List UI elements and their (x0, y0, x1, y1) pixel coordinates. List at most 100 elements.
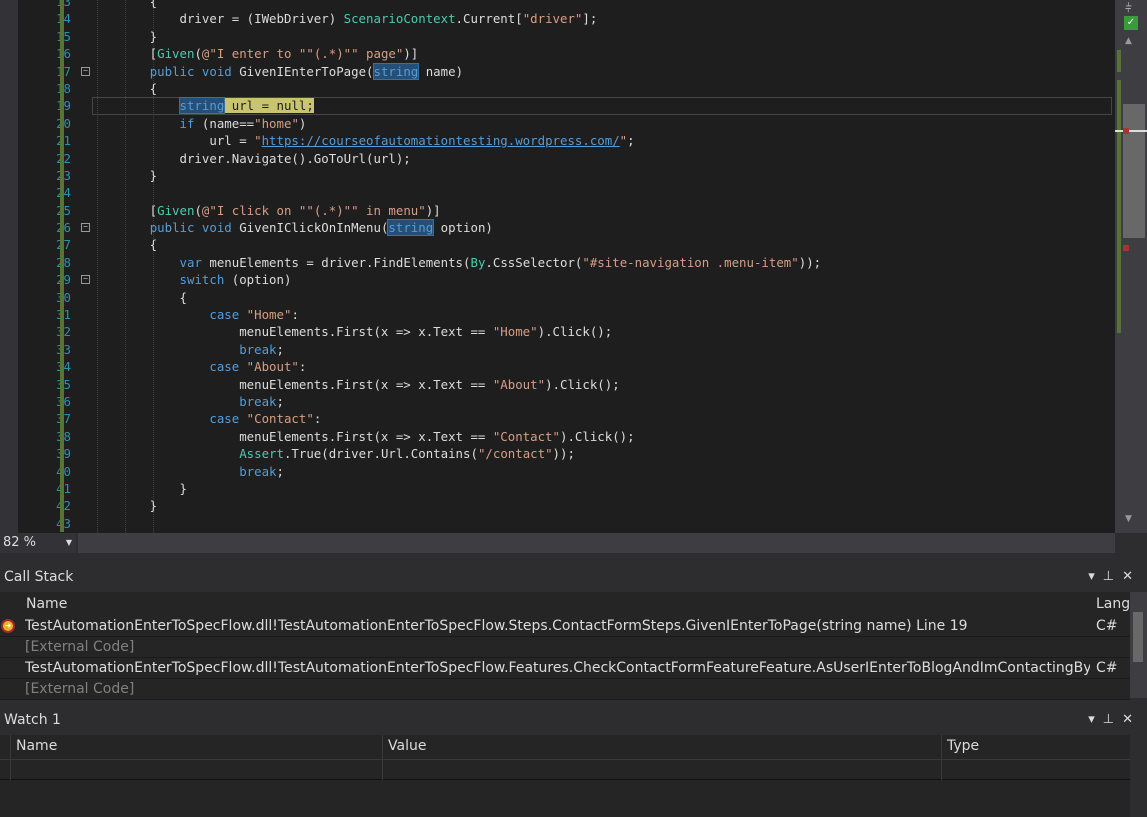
code-line[interactable]: 40 break; (0, 462, 1115, 480)
pin-icon[interactable]: ⊥ (1103, 569, 1122, 584)
code-text: driver.Navigate().GoToUrl(url); (90, 150, 411, 167)
code-line[interactable]: 38 menuElements.First(x => x.Text == "Co… (0, 427, 1115, 446)
zoom-dropdown[interactable]: 82 % ▼ (0, 533, 76, 553)
code-text: string url = null; (90, 97, 314, 115)
code-token: "driver" (522, 11, 583, 27)
code-line[interactable]: 43 (0, 514, 1115, 533)
indicator-margin[interactable] (0, 0, 18, 533)
code-token: (option) (224, 272, 292, 288)
code-token: ( (194, 202, 202, 218)
close-icon[interactable]: ✕ (1122, 712, 1141, 727)
code-line[interactable]: 17− public void GivenIEnterToPage(string… (0, 62, 1115, 80)
code-token: var (179, 254, 202, 270)
code-line[interactable]: 23 } (0, 166, 1115, 185)
pin-icon[interactable]: ⊥ (1103, 712, 1122, 727)
code-text: public void GivenIClickOnInMenu(string o… (90, 219, 493, 237)
change-bar (60, 132, 64, 150)
code-line[interactable]: 41 } (0, 479, 1115, 498)
change-bar (60, 306, 64, 324)
code-line[interactable]: ➜19 string url = null; (0, 97, 1115, 115)
code-text: [Given(@"I click on ""(.*)"" in menu")] (90, 202, 441, 219)
no-issues-check-icon: ✓ (1124, 16, 1138, 30)
code-line[interactable]: 26− public void GivenIClickOnInMenu(stri… (0, 219, 1115, 237)
code-line[interactable]: 28 var menuElements = driver.FindElement… (0, 253, 1115, 272)
collapse-icon[interactable]: − (81, 66, 90, 76)
code-token: Assert (239, 446, 284, 462)
change-bar (60, 497, 64, 515)
watch-empty-row[interactable] (0, 759, 1130, 780)
code-line[interactable]: 32 menuElements.First(x => x.Text == "Ho… (0, 323, 1115, 341)
code-editor[interactable]: 13 {14 driver = (IWebDriver) ScenarioCon… (0, 0, 1115, 533)
change-bar (60, 201, 64, 220)
code-line[interactable]: 18 { (0, 79, 1115, 98)
code-text: menuElements.First(x => x.Text == "About… (90, 376, 619, 393)
code-token[interactable]: https://courseofautomationtesting.wordpr… (262, 133, 620, 148)
code-token: { (90, 289, 187, 305)
horizontal-scrollbar[interactable] (78, 533, 1115, 553)
frame-name: TestAutomationEnterToSpecFlow.dll!TestAu… (25, 618, 968, 634)
code-token: url = null; (224, 98, 314, 114)
code-line[interactable]: 27 { (0, 236, 1115, 254)
editor-vertical-scrollbar[interactable]: ⫩ ✓ ▲ ▼ (1115, 0, 1147, 533)
code-line[interactable]: 37 case "Contact": (0, 410, 1115, 428)
dropdown-icon[interactable]: ▾ (1088, 569, 1103, 584)
code-line[interactable]: 14 driver = (IWebDriver) ScenarioContext… (0, 10, 1115, 28)
code-line[interactable]: 24 (0, 184, 1115, 202)
code-token: "home" (254, 115, 299, 131)
code-line[interactable]: 33 break; (0, 340, 1115, 359)
code-text: switch (option) (90, 271, 292, 288)
dropdown-icon[interactable]: ▾ (1088, 712, 1103, 727)
call-stack-row[interactable]: TestAutomationEnterToSpecFlow.dll!TestAu… (0, 658, 1130, 679)
scroll-up-arrow[interactable]: ▲ (1125, 36, 1132, 46)
column-header-name[interactable]: Name (26, 596, 67, 612)
column-header-lang[interactable]: Lang (1096, 596, 1130, 612)
code-text: { (90, 236, 157, 253)
split-icon[interactable]: ⫩ (1125, 1, 1132, 16)
change-bar (60, 79, 64, 98)
column-header-value[interactable]: Value (388, 738, 426, 754)
code-line[interactable]: 34 case "About": (0, 358, 1115, 376)
code-line[interactable]: 25 [Given(@"I click on ""(.*)"" in menu"… (0, 201, 1115, 220)
code-lines: 13 {14 driver = (IWebDriver) ScenarioCon… (0, 0, 1115, 533)
change-bar (60, 271, 64, 289)
code-line[interactable]: 31 case "Home": (0, 306, 1115, 324)
code-token: ).Click(); (537, 324, 613, 340)
code-line[interactable]: 36 break; (0, 392, 1115, 411)
call-stack-row[interactable]: ➜ TestAutomationEnterToSpecFlow.dll!TestA… (0, 616, 1130, 637)
code-line[interactable]: 15 } (0, 27, 1115, 46)
scroll-thumb[interactable] (1123, 104, 1145, 238)
code-line[interactable]: 13 { (0, 0, 1115, 11)
collapse-icon[interactable]: − (81, 223, 90, 233)
code-token: case (209, 411, 247, 427)
code-line[interactable]: 20 if (name=="home") (0, 114, 1115, 133)
call-stack-scrollbar[interactable] (1130, 592, 1147, 698)
watch-scrollbar[interactable] (1130, 735, 1147, 817)
call-stack-row[interactable]: [External Code] (0, 637, 1130, 658)
code-token: ; (276, 463, 284, 479)
code-line[interactable]: 22 driver.Navigate().GoToUrl(url); (0, 149, 1115, 167)
code-token: .Current[ (455, 11, 523, 27)
code-line[interactable]: 30 { (0, 288, 1115, 307)
call-stack-row[interactable]: [External Code] (0, 679, 1130, 700)
code-token: option) (433, 220, 493, 236)
code-line[interactable]: 39 Assert.True(driver.Url.Contains("/con… (0, 445, 1115, 463)
collapse-icon[interactable]: − (81, 275, 90, 285)
code-line[interactable]: 16 [Given(@"I enter to ""(.*)"" page")] (0, 45, 1115, 63)
code-line[interactable]: 21 url = "https://courseofautomationtest… (0, 132, 1115, 150)
code-token: "Contact" (492, 428, 560, 444)
code-text: Assert.True(driver.Url.Contains("/contac… (90, 445, 575, 462)
scroll-down-arrow[interactable]: ▼ (1125, 514, 1132, 524)
column-header-name[interactable]: Name (16, 738, 57, 754)
code-line[interactable]: 35 menuElements.First(x => x.Text == "Ab… (0, 375, 1115, 393)
change-bar (60, 514, 64, 533)
close-icon[interactable]: ✕ (1122, 569, 1141, 584)
code-token: name) (418, 63, 464, 79)
code-token: "About" (492, 376, 546, 392)
code-line[interactable]: 29− switch (option) (0, 271, 1115, 289)
code-line[interactable]: 42 } (0, 497, 1115, 515)
column-header-type[interactable]: Type (947, 738, 979, 754)
change-bar (60, 358, 64, 376)
code-text: } (90, 497, 157, 514)
